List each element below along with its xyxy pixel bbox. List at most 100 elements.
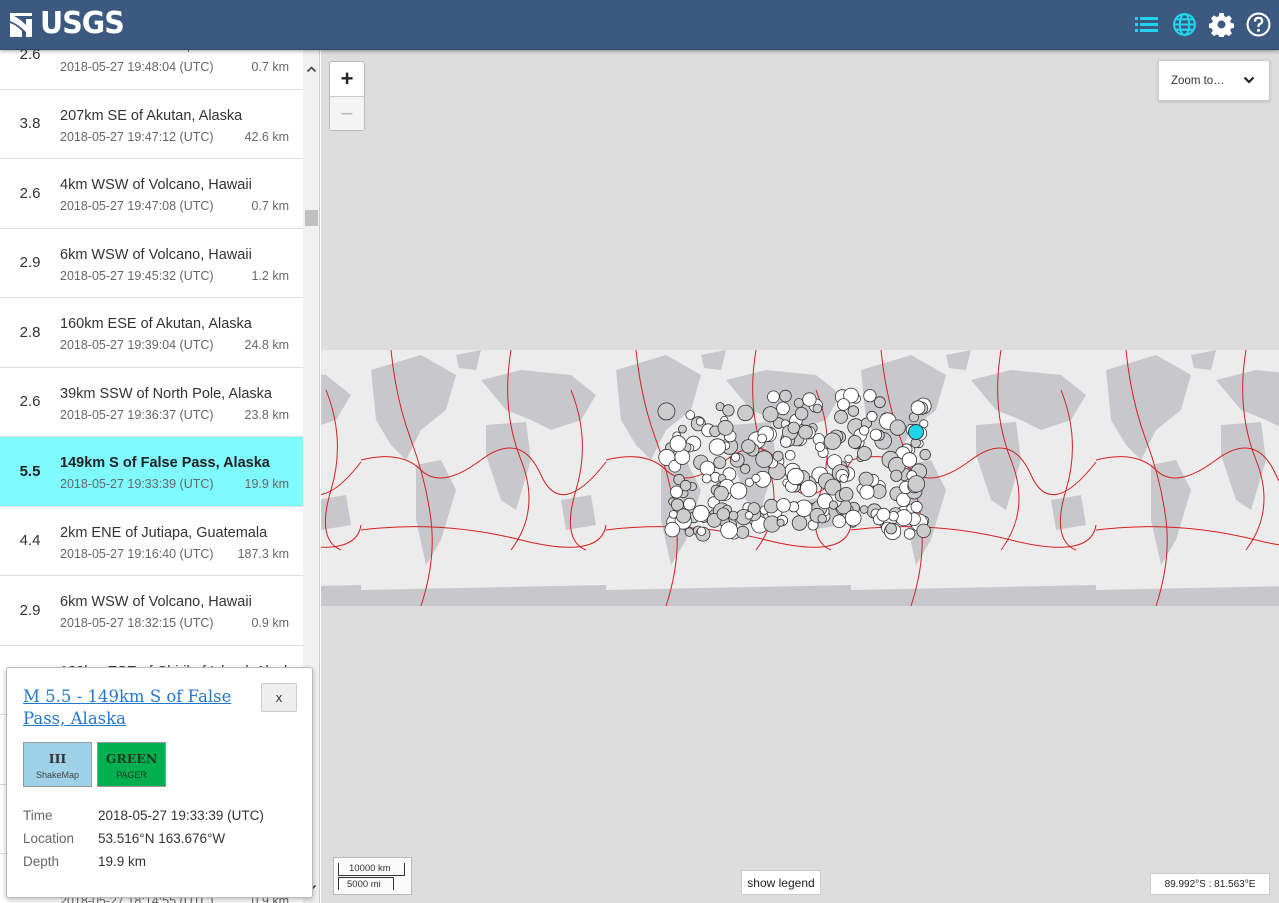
earthquake-marker — [740, 463, 751, 475]
earthquake-marker — [708, 438, 726, 456]
earthquake-marker — [793, 398, 804, 409]
zoom-in-button[interactable]: + — [330, 62, 364, 96]
earthquake-marker — [802, 392, 817, 407]
show-legend-button[interactable]: show legend — [741, 870, 821, 895]
earthquake-marker — [696, 526, 707, 536]
landmass — [561, 495, 596, 530]
earthquake-marker — [832, 514, 847, 529]
earthquake-marker — [844, 509, 862, 527]
scale-mi: 5000 mi — [338, 877, 394, 890]
earthquake-place: 6km WSW of Volcano, Hawaii — [60, 594, 252, 610]
scroll-thumb[interactable] — [305, 210, 318, 226]
usgs-logo[interactable]: USGS — [8, 9, 128, 39]
earthquake-marker — [757, 433, 768, 444]
zoom-to-select[interactable]: Zoom to… — [1158, 60, 1270, 101]
earthquake-depth: 19.9 km — [244, 477, 289, 491]
earthquake-time: 2018-05-27 18:32:15 (UTC) — [60, 616, 214, 630]
earthquake-list-item[interactable]: 5.5 149km S of False Pass, Alaska 2018-05-… — [0, 437, 303, 507]
world-map[interactable] — [321, 350, 1279, 606]
earthquake-marker — [885, 522, 897, 535]
popup-title-link[interactable]: M 5.5 - 149km S of False Pass, Alaska — [23, 686, 233, 730]
earthquake-marker — [776, 401, 790, 416]
earthquake-marker — [701, 473, 712, 484]
gear-icon[interactable] — [1208, 11, 1234, 37]
earthquake-list-item[interactable]: 2.9 6km WSW of Volcano, Hawaii 2018-05-27 … — [0, 229, 303, 298]
landmass — [1051, 495, 1086, 530]
earthquake-marker — [729, 482, 748, 500]
earthquake-marker — [679, 479, 692, 492]
earthquake-marker — [669, 435, 687, 453]
location-label: Location — [23, 831, 75, 846]
earthquake-marker — [839, 474, 849, 483]
earthquake-marker — [762, 406, 779, 423]
earthquake-marker — [903, 528, 916, 540]
earthquake-marker — [907, 475, 926, 493]
popup-close-button[interactable]: x — [261, 683, 297, 712]
earthquake-marker — [784, 450, 796, 461]
earthquake-marker — [858, 471, 874, 487]
depth-value: 19.9 km — [98, 854, 147, 869]
earthquake-marker — [780, 436, 792, 448]
help-icon[interactable] — [1245, 11, 1271, 37]
earthquake-marker — [916, 523, 931, 539]
earthquake-magnitude: 2.9 — [19, 254, 41, 272]
earthquake-marker — [837, 398, 850, 411]
earthquake-time: 2018-05-27 19:47:12 (UTC) — [60, 129, 214, 144]
time-value: 2018-05-27 19:33:39 (UTC) — [98, 808, 264, 823]
earthquake-time: 2018-05-27 19:36:37 (UTC) — [60, 407, 214, 422]
earthquake-marker — [847, 435, 862, 449]
earthquake-magnitude: 2.9 — [19, 601, 41, 619]
earthquake-marker — [713, 485, 729, 501]
earthquake-marker — [817, 513, 827, 524]
earthquake-time: 2018-05-27 19:16:40 (UTC) — [60, 546, 214, 561]
earthquake-depth: 1.2 km — [251, 268, 289, 283]
earthquake-marker — [787, 467, 805, 486]
earthquake-marker — [876, 507, 891, 522]
pager-label: PAGER — [116, 770, 147, 780]
list-icon[interactable] — [1134, 11, 1160, 37]
earthquake-place: 5km SW of Volcano, Hawaii — [60, 50, 238, 54]
earthquake-marker — [675, 508, 691, 524]
shakemap-badge[interactable]: III ShakeMap — [23, 742, 92, 787]
earthquake-marker — [692, 504, 710, 522]
earthquake-marker — [717, 419, 734, 436]
pager-badge[interactable]: GREEN PAGER — [97, 742, 166, 787]
zoom-out-button[interactable]: − — [330, 96, 364, 130]
earthquake-time: 2018-05-27 19:33:39 (UTC) — [60, 477, 214, 491]
earthquake-marker — [685, 410, 696, 420]
earthquake-depth: 0.7 km — [251, 199, 289, 213]
earthquake-marker — [901, 452, 918, 468]
earthquake-magnitude: 4.4 — [19, 532, 41, 550]
scroll-up-icon[interactable] — [306, 64, 317, 75]
earthquake-marker — [847, 405, 860, 417]
earthquake-marker — [744, 511, 754, 520]
earthquake-marker — [787, 421, 801, 435]
earthquake-list-item[interactable]: 2.6 4km WSW of Volcano, Hawaii 2018-05-27 … — [0, 159, 303, 229]
earthquake-depth: 187.3 km — [237, 546, 289, 561]
shakemap-value: III — [48, 751, 67, 766]
earthquake-time: 2018-05-27 19:39:04 (UTC) — [60, 338, 214, 352]
earthquake-marker — [798, 424, 813, 440]
earthquake-marker — [722, 404, 735, 417]
globe-icon[interactable] — [1171, 11, 1197, 37]
earthquake-marker — [668, 510, 678, 519]
earthquake-list-item[interactable]: 3.8 207km SE of Akutan, Alaska 2018-05-27 … — [0, 90, 303, 159]
earthquake-marker — [779, 389, 792, 403]
earthquake-marker — [720, 521, 738, 540]
map-scale: 10000 km 5000 mi — [333, 857, 412, 895]
earthquake-marker — [699, 460, 716, 477]
earthquake-list-item[interactable]: 2.8 160km ESE of Akutan, Alaska 2018-05-27… — [0, 298, 303, 368]
earthquake-marker — [828, 500, 839, 510]
map-view[interactable]: + − Zoom to… 10000 km 5000 mi show legen… — [321, 50, 1279, 903]
earthquake-list-item[interactable]: 4.4 2km ENE of Jutiapa, Guatemala 2018-05-… — [0, 507, 303, 576]
earthquake-marker — [888, 510, 899, 522]
earthquake-list-item[interactable]: 2.9 6km WSW of Volcano, Hawaii 2018-05-27 … — [0, 576, 303, 646]
earthquake-marker — [844, 454, 853, 463]
earthquake-list-item[interactable]: 2.6 39km SSW of North Pole, Alaska 2018-05… — [0, 368, 303, 437]
earthquake-marker — [683, 497, 696, 511]
earthquake-list-item[interactable]: 2.6 5km SW of Volcano, Hawaii 2018-05-27 1… — [0, 50, 303, 90]
earthquake-magnitude: 2.6 — [19, 393, 41, 411]
earthquake-place: 6km WSW of Volcano, Hawaii — [60, 246, 252, 263]
earthquake-marker — [859, 505, 869, 514]
earthquake-marker — [889, 419, 906, 436]
